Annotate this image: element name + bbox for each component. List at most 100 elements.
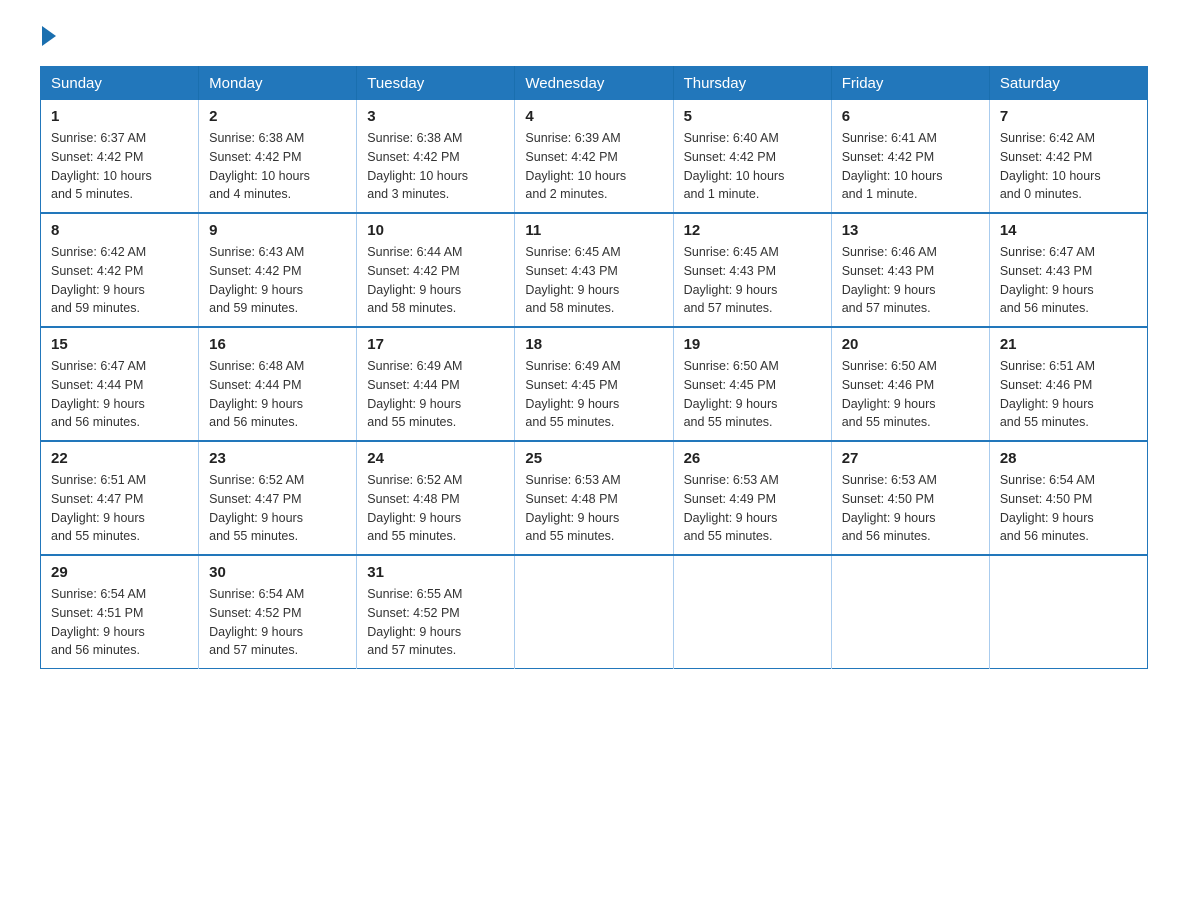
calendar-week-row: 22 Sunrise: 6:51 AMSunset: 4:47 PMDayligh…: [41, 441, 1148, 555]
calendar-cell: 22 Sunrise: 6:51 AMSunset: 4:47 PMDayligh…: [41, 441, 199, 555]
day-info: Sunrise: 6:51 AMSunset: 4:46 PMDaylight:…: [1000, 357, 1137, 432]
day-number: 27: [842, 450, 979, 467]
day-number: 25: [525, 450, 662, 467]
day-number: 1: [51, 108, 188, 125]
day-info: Sunrise: 6:37 AMSunset: 4:42 PMDaylight:…: [51, 129, 188, 204]
day-number: 3: [367, 108, 504, 125]
weekday-header-sunday: Sunday: [41, 67, 199, 101]
day-number: 20: [842, 336, 979, 353]
calendar-cell: 19 Sunrise: 6:50 AMSunset: 4:45 PMDayligh…: [673, 327, 831, 441]
day-number: 21: [1000, 336, 1137, 353]
calendar-cell: 8 Sunrise: 6:42 AMSunset: 4:42 PMDaylight…: [41, 213, 199, 327]
calendar-cell: 1 Sunrise: 6:37 AMSunset: 4:42 PMDaylight…: [41, 100, 199, 213]
calendar-cell: 9Sunrise: 6:43 AMSunset: 4:42 PMDaylight…: [199, 213, 357, 327]
day-info: Sunrise: 6:53 AMSunset: 4:50 PMDaylight:…: [842, 471, 979, 546]
calendar-cell: 25 Sunrise: 6:53 AMSunset: 4:48 PMDayligh…: [515, 441, 673, 555]
day-info: Sunrise: 6:45 AMSunset: 4:43 PMDaylight:…: [525, 243, 662, 318]
weekday-header-row: SundayMondayTuesdayWednesdayThursdayFrid…: [41, 67, 1148, 101]
day-number: 22: [51, 450, 188, 467]
weekday-header-monday: Monday: [199, 67, 357, 101]
calendar-cell: 2 Sunrise: 6:38 AMSunset: 4:42 PMDaylight…: [199, 100, 357, 213]
day-info: Sunrise: 6:46 AMSunset: 4:43 PMDaylight:…: [842, 243, 979, 318]
day-number: 31: [367, 564, 504, 581]
day-info: Sunrise: 6:51 AMSunset: 4:47 PMDaylight:…: [51, 471, 188, 546]
calendar-cell: 20 Sunrise: 6:50 AMSunset: 4:46 PMDayligh…: [831, 327, 989, 441]
calendar-week-row: 1 Sunrise: 6:37 AMSunset: 4:42 PMDaylight…: [41, 100, 1148, 213]
calendar-cell: [515, 555, 673, 669]
calendar-week-row: 8 Sunrise: 6:42 AMSunset: 4:42 PMDaylight…: [41, 213, 1148, 327]
day-info: Sunrise: 6:54 AMSunset: 4:51 PMDaylight:…: [51, 585, 188, 660]
day-number: 19: [684, 336, 821, 353]
calendar-cell: 11 Sunrise: 6:45 AMSunset: 4:43 PMDayligh…: [515, 213, 673, 327]
day-info: Sunrise: 6:38 AMSunset: 4:42 PMDaylight:…: [367, 129, 504, 204]
calendar-cell: 5Sunrise: 6:40 AMSunset: 4:42 PMDaylight…: [673, 100, 831, 213]
calendar-cell: [831, 555, 989, 669]
day-info: Sunrise: 6:54 AMSunset: 4:50 PMDaylight:…: [1000, 471, 1137, 546]
calendar-cell: 10Sunrise: 6:44 AMSunset: 4:42 PMDayligh…: [357, 213, 515, 327]
day-info: Sunrise: 6:53 AMSunset: 4:48 PMDaylight:…: [525, 471, 662, 546]
day-number: 18: [525, 336, 662, 353]
day-info: Sunrise: 6:42 AMSunset: 4:42 PMDaylight:…: [1000, 129, 1137, 204]
calendar-cell: 31 Sunrise: 6:55 AMSunset: 4:52 PMDayligh…: [357, 555, 515, 669]
day-number: 11: [525, 222, 662, 239]
calendar-cell: 16 Sunrise: 6:48 AMSunset: 4:44 PMDayligh…: [199, 327, 357, 441]
calendar-cell: 28Sunrise: 6:54 AMSunset: 4:50 PMDayligh…: [989, 441, 1147, 555]
day-number: 8: [51, 222, 188, 239]
day-info: Sunrise: 6:47 AMSunset: 4:44 PMDaylight:…: [51, 357, 188, 432]
calendar-cell: 30 Sunrise: 6:54 AMSunset: 4:52 PMDayligh…: [199, 555, 357, 669]
logo: [40, 30, 56, 46]
day-info: Sunrise: 6:49 AMSunset: 4:45 PMDaylight:…: [525, 357, 662, 432]
day-number: 14: [1000, 222, 1137, 239]
weekday-header-tuesday: Tuesday: [357, 67, 515, 101]
day-number: 7: [1000, 108, 1137, 125]
day-info: Sunrise: 6:41 AMSunset: 4:42 PMDaylight:…: [842, 129, 979, 204]
day-info: Sunrise: 6:50 AMSunset: 4:45 PMDaylight:…: [684, 357, 821, 432]
day-info: Sunrise: 6:42 AMSunset: 4:42 PMDaylight:…: [51, 243, 188, 318]
calendar-cell: 18 Sunrise: 6:49 AMSunset: 4:45 PMDayligh…: [515, 327, 673, 441]
day-number: 4: [525, 108, 662, 125]
calendar-cell: 7 Sunrise: 6:42 AMSunset: 4:42 PMDaylight…: [989, 100, 1147, 213]
day-number: 9: [209, 222, 346, 239]
weekday-header-thursday: Thursday: [673, 67, 831, 101]
day-info: Sunrise: 6:50 AMSunset: 4:46 PMDaylight:…: [842, 357, 979, 432]
day-info: Sunrise: 6:45 AMSunset: 4:43 PMDaylight:…: [684, 243, 821, 318]
calendar-cell: 24 Sunrise: 6:52 AMSunset: 4:48 PMDayligh…: [357, 441, 515, 555]
day-number: 12: [684, 222, 821, 239]
calendar-cell: 14 Sunrise: 6:47 AMSunset: 4:43 PMDayligh…: [989, 213, 1147, 327]
calendar-week-row: 15Sunrise: 6:47 AMSunset: 4:44 PMDayligh…: [41, 327, 1148, 441]
day-number: 23: [209, 450, 346, 467]
day-info: Sunrise: 6:40 AMSunset: 4:42 PMDaylight:…: [684, 129, 821, 204]
calendar-table: SundayMondayTuesdayWednesdayThursdayFrid…: [40, 66, 1148, 669]
calendar-cell: 12 Sunrise: 6:45 AMSunset: 4:43 PMDayligh…: [673, 213, 831, 327]
day-number: 13: [842, 222, 979, 239]
calendar-cell: 27 Sunrise: 6:53 AMSunset: 4:50 PMDayligh…: [831, 441, 989, 555]
logo-triangle-icon: [42, 26, 56, 46]
weekday-header-saturday: Saturday: [989, 67, 1147, 101]
day-number: 10: [367, 222, 504, 239]
day-number: 17: [367, 336, 504, 353]
day-info: Sunrise: 6:52 AMSunset: 4:48 PMDaylight:…: [367, 471, 504, 546]
weekday-header-friday: Friday: [831, 67, 989, 101]
day-number: 29: [51, 564, 188, 581]
calendar-cell: 26Sunrise: 6:53 AMSunset: 4:49 PMDayligh…: [673, 441, 831, 555]
day-number: 16: [209, 336, 346, 353]
day-info: Sunrise: 6:54 AMSunset: 4:52 PMDaylight:…: [209, 585, 346, 660]
calendar-cell: 13 Sunrise: 6:46 AMSunset: 4:43 PMDayligh…: [831, 213, 989, 327]
calendar-cell: 15Sunrise: 6:47 AMSunset: 4:44 PMDayligh…: [41, 327, 199, 441]
calendar-cell: 23 Sunrise: 6:52 AMSunset: 4:47 PMDayligh…: [199, 441, 357, 555]
day-info: Sunrise: 6:38 AMSunset: 4:42 PMDaylight:…: [209, 129, 346, 204]
calendar-cell: 21 Sunrise: 6:51 AMSunset: 4:46 PMDayligh…: [989, 327, 1147, 441]
page-header: [40, 30, 1148, 46]
day-info: Sunrise: 6:47 AMSunset: 4:43 PMDaylight:…: [1000, 243, 1137, 318]
day-info: Sunrise: 6:39 AMSunset: 4:42 PMDaylight:…: [525, 129, 662, 204]
day-info: Sunrise: 6:55 AMSunset: 4:52 PMDaylight:…: [367, 585, 504, 660]
calendar-cell: 17Sunrise: 6:49 AMSunset: 4:44 PMDayligh…: [357, 327, 515, 441]
day-info: Sunrise: 6:53 AMSunset: 4:49 PMDaylight:…: [684, 471, 821, 546]
calendar-cell: 29 Sunrise: 6:54 AMSunset: 4:51 PMDayligh…: [41, 555, 199, 669]
day-number: 24: [367, 450, 504, 467]
day-info: Sunrise: 6:52 AMSunset: 4:47 PMDaylight:…: [209, 471, 346, 546]
day-info: Sunrise: 6:48 AMSunset: 4:44 PMDaylight:…: [209, 357, 346, 432]
calendar-week-row: 29 Sunrise: 6:54 AMSunset: 4:51 PMDayligh…: [41, 555, 1148, 669]
day-number: 2: [209, 108, 346, 125]
day-number: 30: [209, 564, 346, 581]
